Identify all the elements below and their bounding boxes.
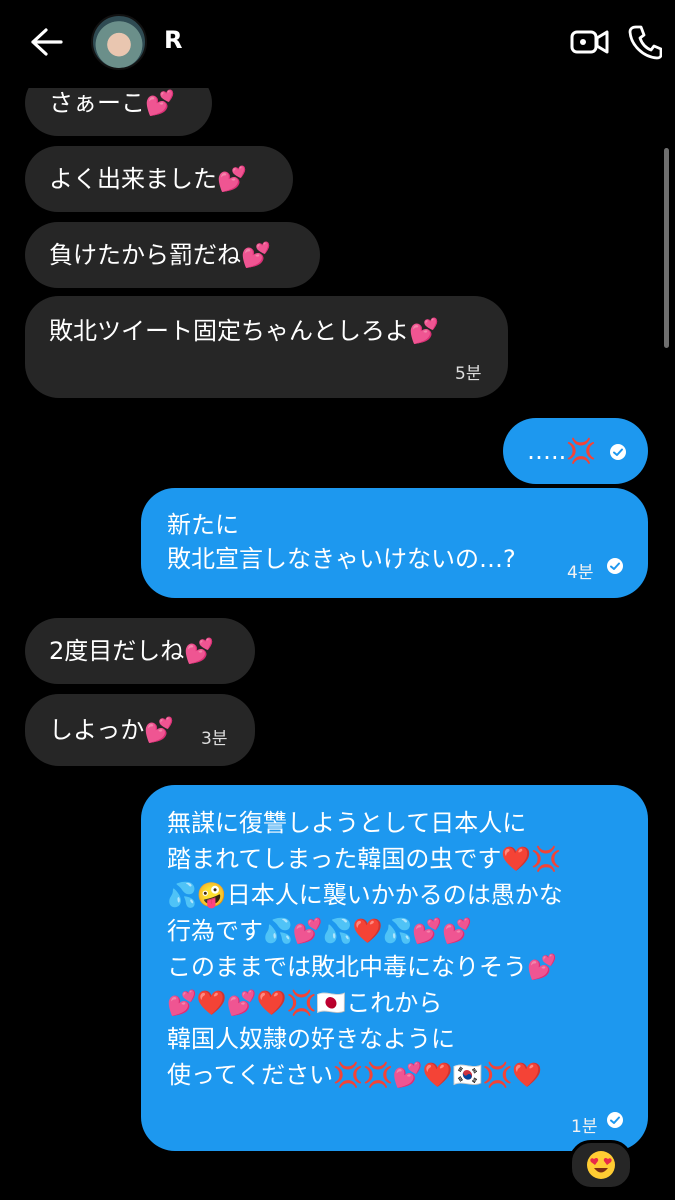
message-text: 敗北ツイート固定ちゃんとしろよ💕 (49, 317, 439, 345)
message-bubble-incoming[interactable]: 負けたから罰だね💕 (25, 222, 320, 288)
message-timestamp: 1분 (571, 1117, 598, 1137)
message-text: 負けたから罰だね💕 (49, 241, 271, 269)
avatar[interactable] (91, 14, 147, 70)
arrow-left-icon[interactable] (28, 26, 64, 58)
read-check-icon (607, 1112, 623, 1128)
message-timestamp: 5분 (455, 364, 482, 384)
message-bubble-incoming[interactable]: しよっか💕 3분 (25, 694, 255, 766)
scrollbar[interactable] (664, 148, 669, 348)
read-check-icon (610, 444, 626, 460)
message-bubble-incoming[interactable]: 敗北ツイート固定ちゃんとしろよ💕 5분 (25, 296, 508, 398)
chat-header: R (0, 0, 675, 88)
read-check-icon (607, 558, 623, 574)
message-text: さぁーこ💕 (49, 89, 175, 117)
message-text: 新たに 敗北宣言しなきゃいけないの…? (167, 511, 516, 573)
message-bubble-outgoing[interactable]: …..💢 (503, 418, 648, 484)
video-call-icon[interactable] (570, 26, 610, 58)
message-text: よく出来ました💕 (49, 165, 247, 193)
heart-eyes-emoji-icon (587, 1151, 615, 1179)
message-timestamp: 4분 (567, 563, 594, 583)
message-bubble-outgoing[interactable]: 無謀に復讐しようとして日本人に 踏まれてしまった韓国の虫です❤️💢 💦🤪日本人に… (141, 785, 648, 1151)
message-text: 2度目だしね💕 (49, 637, 215, 665)
message-bubble-incoming[interactable]: 2度目だしね💕 (25, 618, 255, 684)
message-timestamp: 3분 (201, 729, 228, 749)
message-bubble-outgoing[interactable]: 新たに 敗北宣言しなきゃいけないの…? 4분 (141, 488, 648, 598)
message-text: 無謀に復讐しようとして日本人に 踏まれてしまった韓国の虫です❤️💢 💦🤪日本人に… (167, 809, 563, 1089)
message-text: …..💢 (527, 437, 597, 465)
contact-name[interactable]: R (164, 26, 183, 54)
phone-call-icon[interactable] (628, 24, 663, 60)
message-text: しよっか💕 (49, 716, 175, 744)
reaction-badge[interactable] (569, 1140, 633, 1190)
message-bubble-incoming[interactable]: よく出来ました💕 (25, 146, 293, 212)
